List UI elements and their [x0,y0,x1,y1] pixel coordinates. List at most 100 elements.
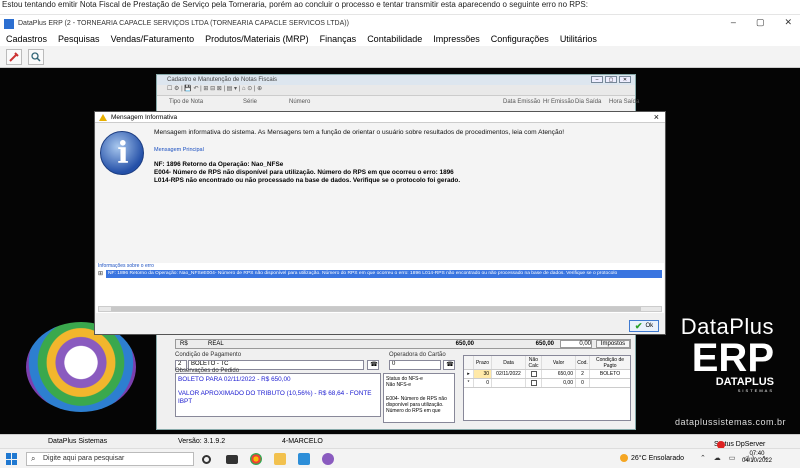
cell-prazo[interactable]: 0 [474,379,492,387]
mensagem-informativa-dialog: Mensagem Informativa × i Mensagem inform… [94,111,666,335]
menu-produtos-materiais[interactable]: Produtos/Materiais (MRP) [205,34,309,44]
notas-column-header: Tipo de Nota Série Número Data Emissão H… [157,96,639,107]
total-value-3[interactable]: 0,00 [560,340,592,348]
grid-col-nao-calc[interactable]: Não Calc [526,356,542,369]
brand-block: DataPlus ERP DATAPLUS SISTEMAS [681,314,774,393]
notas-minimize-button[interactable]: – [591,76,603,83]
expand-icon[interactable]: ⊞ [98,270,103,277]
error-info-row[interactable]: NF: 1896 Retorno da Operação: Nao_NFSeE0… [106,270,662,278]
nao-calc-checkbox[interactable] [530,380,537,386]
operadora-field[interactable]: 0 [389,360,441,370]
menu-vendas-faturamento[interactable]: Vendas/Faturamento [111,34,195,44]
currency-symbol: R$ [180,341,188,347]
error-line-1: NF: 1896 Retorno da Operação: Nao_NFSe [154,161,284,168]
condicao-search-icon[interactable]: ☎ [367,360,379,370]
clock-time: 07:40 [749,451,765,457]
grid-col-cod[interactable]: Cod. [576,356,590,369]
grid-col-prazo[interactable]: Prazo [474,356,492,369]
cell-nao-calc[interactable] [526,379,542,387]
cell-cod[interactable]: 2 [576,370,590,378]
grid-col-valor[interactable]: Valor [542,356,576,369]
cell-data[interactable] [492,379,526,387]
operadora-label: Operadora do Cartão [389,352,446,358]
nao-calc-checkbox[interactable] [530,371,537,377]
menu-impressoes[interactable]: Impressões [433,34,480,44]
file-explorer-icon[interactable] [274,453,286,465]
status-version: Versão: 3.1.9.2 [178,438,226,445]
notas-lower-form: R$ REAL 650,00 650,00 0,00 Impostos Cond… [171,337,633,427]
menu-contabilidade[interactable]: Contabilidade [367,34,422,44]
info-icon: i [100,131,144,175]
top-caption: Estou tentando emitir Nota Fiscal de Pre… [0,0,800,11]
taskbar-clock[interactable]: 07:40 04/10/2022 [742,451,772,465]
ok-button[interactable]: ✔ Ok [629,320,659,332]
clock-date: 04/10/2022 [741,458,772,464]
magnifier-icon[interactable] [28,48,44,65]
col-data-emissao[interactable]: Data Emissão [503,99,540,105]
chrome-icon[interactable] [250,453,262,465]
status-company: DataPlus Sistemas [48,438,108,445]
cell-condicao[interactable]: BOLETO [590,370,630,378]
store-icon[interactable] [298,453,310,465]
grid-col-condicao[interactable]: Condição de Pagto [590,356,630,369]
window-controls: – ▢ ✕ [731,17,792,28]
cell-cod[interactable]: 0 [576,379,590,387]
minimize-button[interactable]: – [731,17,736,28]
menu-cadastros[interactable]: Cadastros [6,34,47,44]
col-dia-saida[interactable]: Dia Saída [575,99,601,105]
dialog-main-text: Mensagem informativa do sistema. As Mens… [154,129,565,136]
taskbar-search-placeholder: Digite aqui para pesquisar [43,455,125,462]
warning-icon [99,113,107,121]
cell-nao-calc[interactable] [526,370,542,378]
notas-toolbar[interactable]: ☐ ⚙ | 💾 ↶ | ⊞ ⊟ ⊠ | ▤ ▾ | ⌂ ⊙ | ⊕ [157,85,635,96]
tools-icon[interactable] [6,48,22,65]
row-marker: * [464,379,474,387]
error-line-3: L014-RPS não encontrado ou não processad… [154,177,461,184]
windows-start-icon[interactable] [6,453,18,465]
dialog-close-button[interactable]: × [654,112,659,122]
cell-prazo[interactable]: 30 [474,370,492,378]
error-info-section: Informações sobre o erro ⊞ NF: 1896 Reto… [96,263,664,313]
notas-window-controls: – ▢ ✕ [591,76,631,83]
operadora-search-icon[interactable]: ☎ [443,360,455,370]
cell-data[interactable]: 02/11/2022 [492,370,526,378]
dataplus-taskbar-icon[interactable] [322,453,334,465]
cell-condicao[interactable] [590,379,630,387]
taskbar-search-input[interactable]: ⌕ Digite aqui para pesquisar [26,452,194,466]
table-row[interactable]: ▸ 30 02/11/2022 650,00 2 BOLETO [464,370,630,379]
col-hora-saida[interactable]: Hora Saída [609,99,639,105]
maximize-button[interactable]: ▢ [756,17,765,28]
cell-valor[interactable]: 0,00 [542,379,576,387]
col-serie[interactable]: Série [243,99,257,105]
condicao-label: Condição de Pagamento [175,352,242,358]
weather-widget[interactable]: 26°C Ensolarado [620,454,684,462]
notas-close-button[interactable]: ✕ [619,76,631,83]
notas-maximize-button[interactable]: ▢ [605,76,617,83]
desktop-area: DataPlus ERP DATAPLUS SISTEMAS datapluss… [0,68,800,434]
app-titlebar: DataPlus ERP (2 - TORNEARIA CAPACLE SERV… [0,14,800,32]
impostos-button[interactable]: Impostos [596,340,630,348]
ok-button-label: Ok [645,323,654,329]
observacoes-textarea[interactable]: BOLETO PARA 02/11/2022 - R$ 650,00 VALOR… [175,373,381,417]
col-tipo-nota[interactable]: Tipo de Nota [169,99,203,105]
cell-valor[interactable]: 650,00 [542,370,576,378]
table-row[interactable]: * 0 0,00 0 [464,379,630,388]
app-title: DataPlus ERP (2 - TORNEARIA CAPACLE SERV… [18,20,349,27]
col-numero[interactable]: Número [289,99,310,105]
grid-col-data[interactable]: Data [492,356,526,369]
menu-configuracoes[interactable]: Configurações [491,34,549,44]
horizontal-scrollbar[interactable] [98,306,662,312]
website-text: dataplussistemas.com.br [674,417,786,427]
statusbar: DataPlus Sistemas Versão: 3.1.9.2 4-MARC… [0,434,800,449]
menu-pesquisas[interactable]: Pesquisas [58,34,100,44]
close-button[interactable]: ✕ [784,17,792,28]
widgets-icon[interactable] [226,455,238,464]
task-view-icon[interactable] [202,455,211,464]
brand-company-sub: SISTEMAS [737,388,774,393]
menubar: Cadastros Pesquisas Vendas/Faturamento P… [0,32,800,46]
scrollbar-thumb[interactable] [111,307,641,311]
col-hr-emissao[interactable]: Hr Emissão [543,99,574,105]
menu-financas[interactable]: Finanças [320,34,357,44]
status-nfse-box: Status do NFS-e Não NFS-e E004- Número d… [383,373,455,423]
menu-utilitarios[interactable]: Utilitários [560,34,597,44]
